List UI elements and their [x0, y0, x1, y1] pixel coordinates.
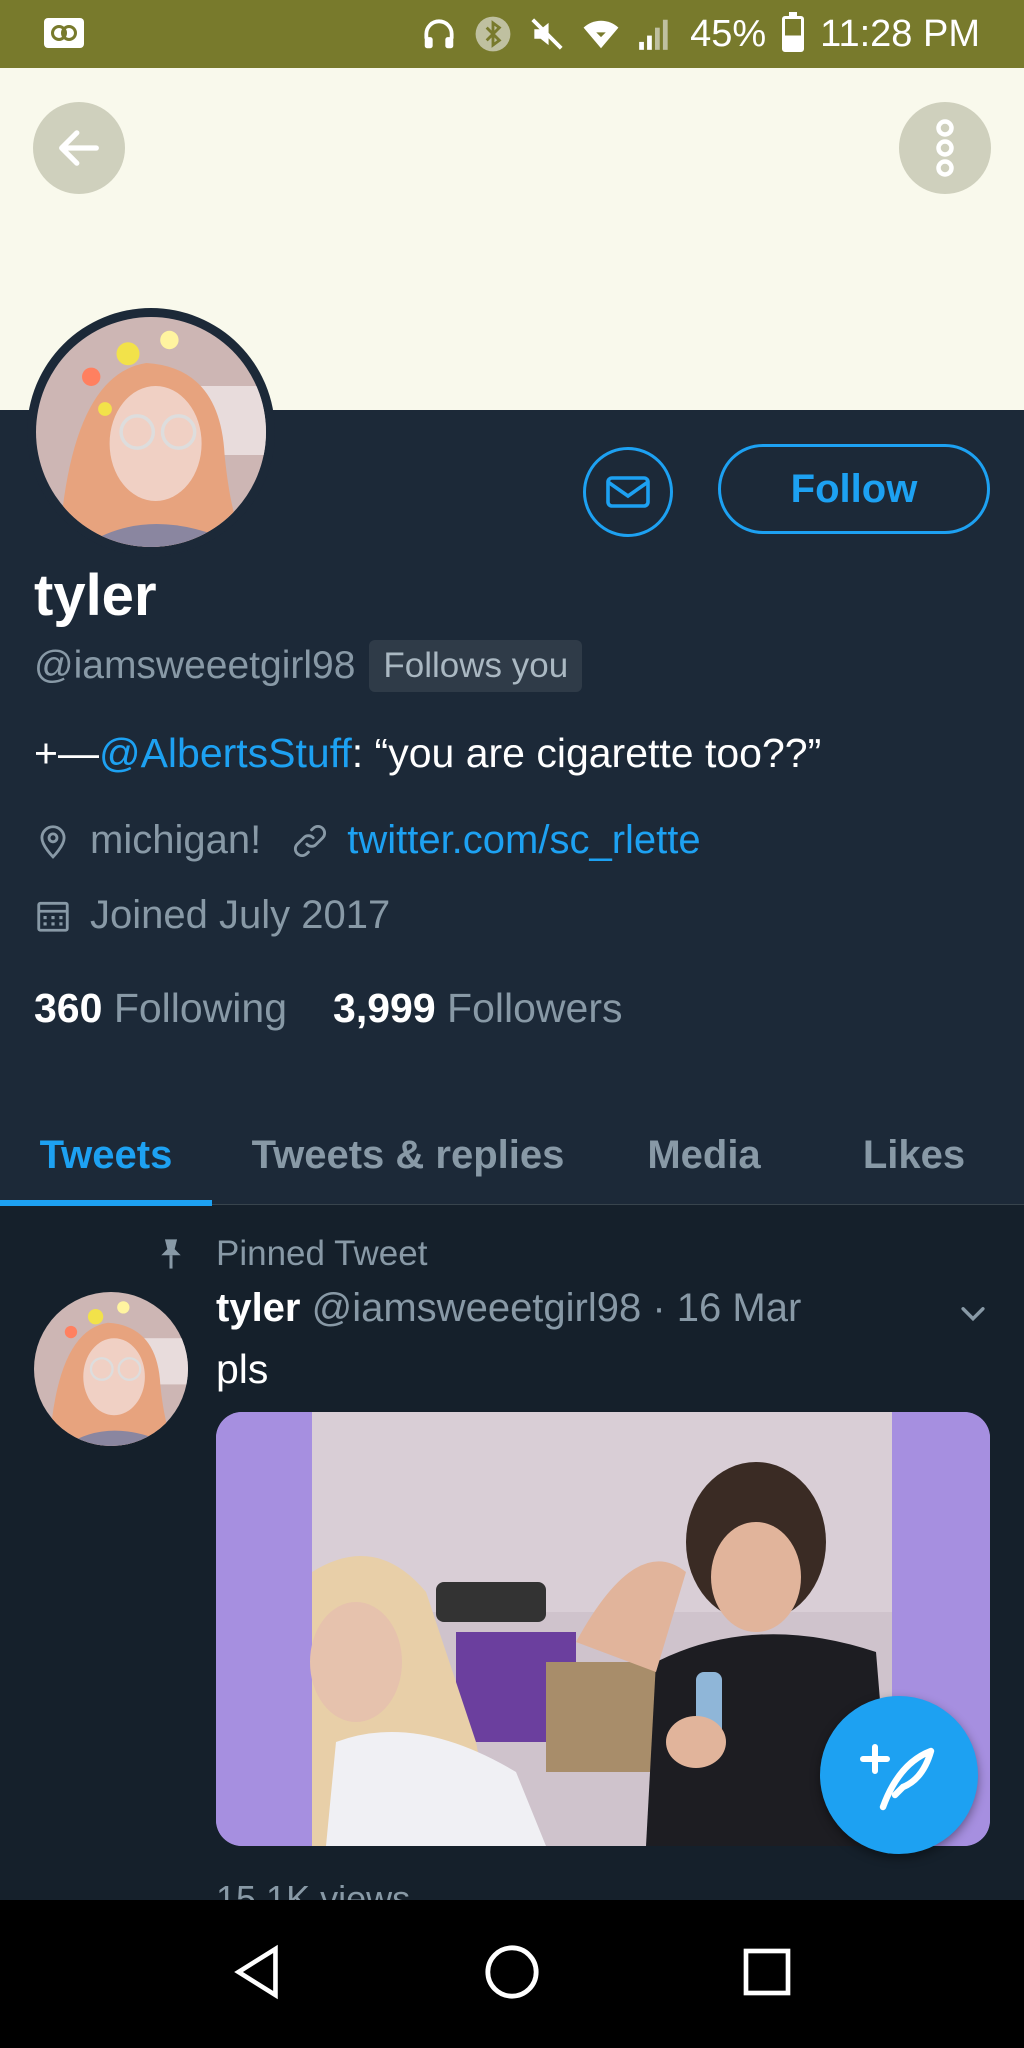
location-icon — [34, 822, 72, 860]
triangle-back-icon — [234, 1944, 278, 1999]
compose-feather-icon — [860, 1744, 935, 1811]
status-bar: 45% 11:28 PM — [0, 0, 1024, 68]
nav-back-button[interactable] — [229, 1942, 285, 2007]
battery-percent: 45% — [690, 12, 767, 55]
tab-tweets-replies[interactable]: Tweets & replies — [212, 1105, 604, 1205]
profile-website-link[interactable]: twitter.com/sc_rlette — [347, 818, 700, 863]
profile-tabs: Tweets Tweets & replies Media Likes — [0, 1105, 1024, 1206]
tweet-options-button[interactable] — [956, 1296, 990, 1335]
tweet-author-name[interactable]: tyler — [216, 1286, 301, 1330]
tweet-author-avatar[interactable] — [34, 1292, 188, 1446]
headphones-icon — [420, 15, 458, 53]
tab-tweets[interactable]: Tweets — [0, 1105, 212, 1206]
tab-likes[interactable]: Likes — [804, 1105, 1024, 1205]
profile-name: tyler — [34, 563, 157, 628]
followers-label: Followers — [447, 985, 623, 1031]
nav-recents-button[interactable] — [739, 1944, 795, 2005]
mute-icon — [528, 15, 566, 53]
tweet-header: tyler @iamsweeetgirl98 · 16 Mar — [216, 1286, 801, 1331]
square-recents-icon — [743, 1948, 791, 1995]
back-button[interactable] — [33, 102, 125, 194]
tweet-author-handle-date: @iamsweeetgirl98 · 16 Mar — [311, 1286, 802, 1330]
compose-tweet-button[interactable] — [820, 1696, 978, 1854]
battery-icon — [782, 12, 805, 52]
followers-count: 3,999 — [333, 985, 436, 1031]
follow-button[interactable]: Follow — [718, 444, 990, 534]
profile-bio: +—@AlbertsStuff: “you are cigarette too?… — [34, 730, 821, 777]
wifi-icon — [582, 15, 620, 53]
envelope-icon — [606, 476, 650, 508]
arrow-left-icon — [59, 130, 99, 166]
tweet-views: 15.1K views — [216, 1878, 411, 1900]
nav-home-button[interactable] — [483, 1943, 541, 2006]
bluetooth-icon — [474, 15, 512, 53]
followers-count-link[interactable]: 3,999 Followers — [333, 985, 622, 1032]
bio-prefix: +— — [34, 730, 99, 776]
signal-icon — [636, 15, 674, 53]
following-label: Following — [113, 985, 288, 1031]
clock: 11:28 PM — [820, 12, 980, 55]
profile-joined-date: Joined July 2017 — [90, 893, 391, 937]
follows-you-badge: Follows you — [369, 640, 583, 692]
pinned-tweet-label: Pinned Tweet — [216, 1234, 428, 1273]
profile-handle: @iamsweeetgirl98 — [34, 644, 356, 687]
bio-mention-link[interactable]: @AlbertsStuff — [99, 730, 352, 776]
following-count: 360 — [34, 985, 103, 1031]
tweet-text: pls — [216, 1346, 269, 1392]
more-options-button[interactable] — [899, 102, 991, 194]
profile-avatar[interactable] — [27, 308, 275, 556]
voicemail-icon — [44, 18, 84, 48]
android-navigation-bar — [0, 1900, 1024, 2048]
following-count-link[interactable]: 360 Following — [34, 985, 287, 1032]
link-icon — [291, 822, 329, 860]
message-button[interactable] — [583, 447, 673, 537]
more-vertical-icon — [936, 119, 954, 177]
chevron-down-icon — [961, 1307, 985, 1322]
circle-home-icon — [485, 1944, 539, 1999]
tab-media[interactable]: Media — [604, 1105, 804, 1205]
bio-text: : “you are cigarette too??” — [351, 730, 822, 776]
profile-location: michigan! — [90, 818, 262, 862]
calendar-icon — [34, 897, 72, 935]
pin-icon — [161, 1239, 181, 1269]
